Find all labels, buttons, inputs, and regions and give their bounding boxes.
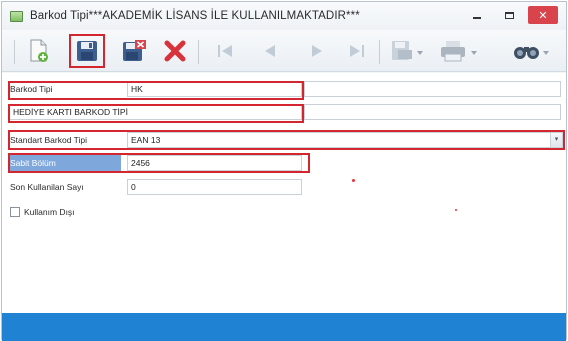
maximize-button[interactable]: [496, 6, 522, 24]
last-record-button[interactable]: [342, 36, 372, 66]
son-kullanilan-row: Son Kullanilan Sayı 0: [2, 177, 566, 197]
son-kullanilan-label: Son Kullanilan Sayı: [10, 182, 84, 192]
save-and-close-button[interactable]: [119, 36, 149, 66]
print-icon: [441, 41, 477, 62]
search-binoculars-icon: [514, 47, 549, 59]
delete-icon: [164, 40, 186, 62]
barkod-tipi-highlight: [8, 81, 304, 100]
barkod-tipi-window: Barkod Tipi***AKADEMİK LİSANS İLE KULLAN…: [1, 1, 567, 341]
export-button[interactable]: [388, 36, 428, 66]
next-icon: [312, 45, 322, 57]
status-bar: [2, 313, 566, 341]
first-record-button[interactable]: [210, 36, 240, 66]
close-icon: ✕: [538, 9, 548, 22]
toolbar-separator: [198, 40, 199, 64]
barkod-tipi-extra-field[interactable]: [304, 81, 561, 97]
form-area: Barkod Tipi HK HEDİYE KARTI BARKOD TİPİ …: [2, 73, 566, 313]
first-icon: [218, 45, 232, 57]
print-button[interactable]: [438, 36, 482, 66]
window-title: Barkod Tipi***AKADEMİK LİSANS İLE KULLAN…: [30, 10, 360, 22]
toolbar: [2, 30, 566, 72]
export-icon: [392, 41, 423, 60]
red-dot-marker: [455, 209, 457, 211]
toolbar-separator: [379, 40, 380, 64]
new-button[interactable]: [24, 36, 54, 66]
minimize-icon: [473, 17, 481, 19]
maximize-icon: [504, 11, 514, 19]
red-dot-marker: [352, 179, 355, 182]
kullanim-disi-label: Kullanım Dışı: [24, 207, 75, 217]
next-record-button[interactable]: [302, 36, 332, 66]
previous-record-button[interactable]: [255, 36, 285, 66]
close-button[interactable]: ✕: [528, 6, 558, 24]
title-bar: Barkod Tipi***AKADEMİK LİSANS İLE KULLAN…: [2, 2, 566, 30]
kullanim-disi-checkbox[interactable]: [10, 207, 20, 217]
standart-barkod-highlight: [8, 130, 565, 150]
save-button-highlight: [69, 34, 105, 68]
kullanim-disi-row: Kullanım Dışı: [2, 204, 566, 224]
previous-icon: [265, 45, 275, 57]
new-icon: [30, 39, 48, 62]
aciklama-extra-field[interactable]: [304, 104, 561, 120]
son-kullanilan-input[interactable]: 0: [127, 179, 302, 195]
toolbar-grip: [14, 40, 15, 64]
aciklama-highlight: [8, 104, 304, 123]
app-icon: [10, 10, 23, 22]
search-button[interactable]: [510, 36, 554, 66]
delete-button[interactable]: [160, 36, 190, 66]
sabit-bolum-highlight: [8, 153, 310, 173]
save-close-icon: [123, 40, 146, 61]
window-controls: ✕: [464, 6, 558, 24]
minimize-button[interactable]: [464, 6, 490, 24]
last-icon: [350, 45, 364, 57]
